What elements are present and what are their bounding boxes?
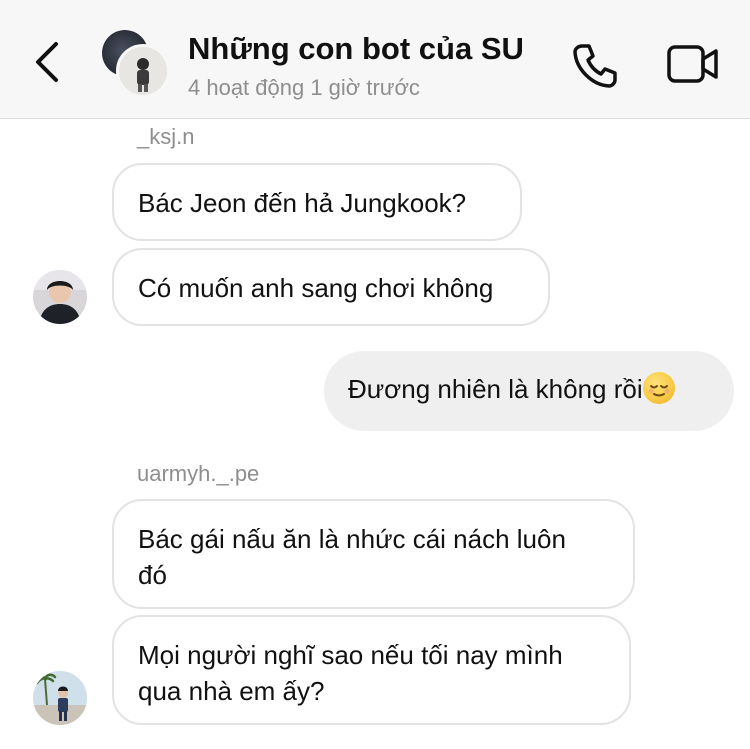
outgoing-message-bubble[interactable]: Đương nhiên là không rồi — [324, 351, 734, 431]
incoming-message-bubble[interactable]: Mọi người nghĩ sao nếu tối nay mình qua … — [112, 615, 631, 725]
message-text: Có muốn anh sang chơi không — [138, 273, 494, 303]
group-avatar-front — [116, 44, 170, 98]
phone-icon — [573, 44, 617, 88]
sender-name: _ksj.n — [137, 124, 195, 149]
video-camera-icon — [667, 45, 718, 83]
message-text-line: Bác gái nấu ăn là nhức cái nách luôn — [138, 524, 566, 554]
message-text-line: Mọi người nghĩ sao nếu tối nay mình — [138, 640, 563, 670]
video-call-button[interactable] — [666, 42, 720, 86]
sender-avatar[interactable] — [33, 270, 87, 324]
message-text: Bác Jeon đến hả Jungkook? — [138, 188, 467, 218]
group-avatar[interactable] — [102, 30, 172, 100]
sender-avatar[interactable] — [33, 671, 87, 725]
incoming-message-bubble[interactable]: Bác gái nấu ăn là nhức cái nách luôn đó — [112, 499, 635, 609]
message-text-line: qua nhà em ấy? — [138, 676, 325, 706]
conversation-title[interactable]: Những con bot của SU — [188, 31, 524, 67]
sender-name: uarmyh._.pe — [137, 461, 260, 486]
audio-call-button[interactable] — [570, 40, 620, 90]
incoming-message-bubble[interactable]: Bác Jeon đến hả Jungkook? — [112, 163, 522, 241]
message-text: Đương nhiên là không rồi — [348, 374, 643, 404]
chevron-left-icon — [36, 42, 58, 82]
message-text-line: đó — [138, 560, 167, 590]
relieved-face-emoji — [642, 372, 675, 404]
back-button[interactable] — [28, 36, 68, 88]
incoming-message-bubble[interactable]: Có muốn anh sang chơi không — [112, 248, 550, 326]
activity-status: 4 hoạt động 1 giờ trước — [188, 75, 420, 100]
chat-header: Những con bot của SU 4 hoạt động 1 giờ t… — [0, 0, 750, 119]
